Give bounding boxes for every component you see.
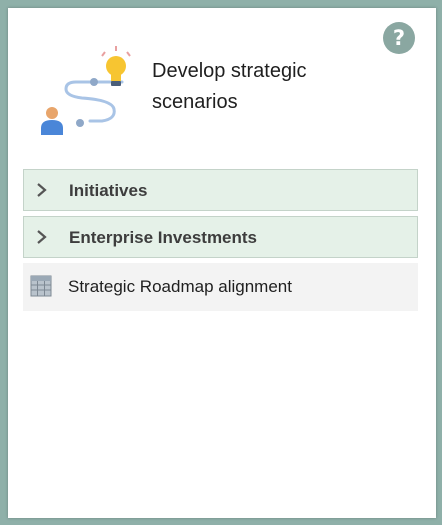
section-enterprise-investments[interactable]: Enterprise Investments — [23, 216, 418, 258]
help-button[interactable]: ? — [383, 22, 415, 54]
chevron-right-icon — [37, 183, 47, 197]
card-title: Develop strategic scenarios — [152, 60, 307, 113]
link-strategic-roadmap-alignment[interactable]: Strategic Roadmap alignment — [23, 263, 418, 311]
path-dot — [90, 78, 98, 86]
person-icon — [41, 107, 63, 135]
path-dot — [76, 119, 84, 127]
chevron-right-icon — [37, 230, 47, 244]
grid-report-icon — [30, 275, 52, 297]
strategy-path-illustration — [41, 46, 131, 135]
lightbulb-icon — [101, 46, 131, 86]
section-initiatives[interactable]: Initiatives — [23, 169, 418, 211]
link-label: Strategic Roadmap alignment — [68, 277, 292, 296]
scenario-card: ? Develop strategic scenarios Initiative… — [8, 8, 436, 518]
section-label: Initiatives — [69, 181, 148, 200]
section-label: Enterprise Investments — [69, 228, 258, 247]
path-line — [64, 80, 124, 123]
